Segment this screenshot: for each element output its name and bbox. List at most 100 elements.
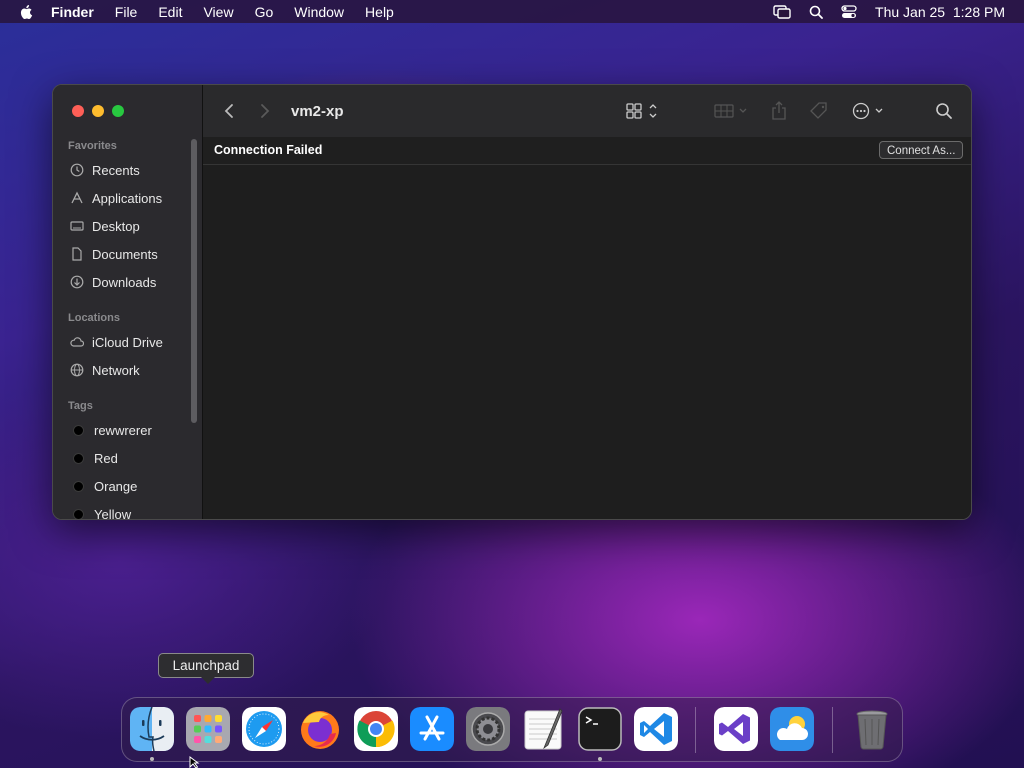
chevron-left-icon — [224, 104, 233, 118]
sidebar-tag-rewwrerer[interactable]: rewwrerer — [70, 420, 152, 440]
dock — [121, 697, 903, 762]
launchpad-icon — [186, 707, 230, 751]
sidebar-item-label: Documents — [92, 246, 158, 262]
sidebar-tag-yellow[interactable]: Yellow — [70, 504, 132, 520]
sidebar-item-label: Network — [92, 362, 140, 378]
sidebar-item-label: Yellow — [94, 506, 132, 520]
menu-clock[interactable]: Thu Jan 25 1:28 PM — [875, 4, 1005, 20]
dock-app-terminal[interactable] — [578, 707, 622, 751]
tag-color-dot — [73, 452, 84, 464]
clock-icon — [70, 163, 84, 177]
chrome-icon — [354, 707, 398, 751]
tag-color-dot — [73, 508, 84, 519]
trash-icon — [856, 710, 888, 750]
menu-file[interactable]: File — [115, 4, 138, 20]
dock-app-trash[interactable] — [850, 707, 894, 751]
search-button[interactable] — [935, 85, 953, 137]
app-store-icon — [410, 707, 454, 751]
vscode-icon — [634, 707, 678, 751]
sidebar-item-desktop[interactable]: Desktop — [70, 216, 140, 236]
weather-icon — [770, 707, 814, 751]
dock-app-firefox[interactable] — [298, 707, 342, 751]
sidebar-section-favorites: Favorites — [68, 140, 117, 152]
spotlight-icon[interactable] — [809, 5, 823, 19]
connection-banner: Connection Failed Connect As... — [203, 137, 971, 165]
sidebar-item-recents[interactable]: Recents — [70, 160, 140, 180]
dock-app-visual-studio[interactable] — [714, 707, 758, 751]
control-center-icon[interactable] — [841, 4, 857, 19]
globe-icon — [70, 363, 84, 377]
grid-view-icon — [626, 103, 657, 119]
tag-color-dot — [73, 424, 84, 436]
menu-bar: Finder File Edit View Go Window Help Thu… — [0, 0, 1024, 23]
share-icon — [772, 101, 786, 120]
cloud-icon — [70, 335, 84, 349]
mouse-cursor-icon — [189, 756, 200, 768]
back-button[interactable] — [223, 85, 235, 137]
window-title: vm2-xp — [291, 102, 344, 120]
sidebar-item-label: Applications — [92, 190, 163, 206]
chevron-right-icon — [261, 104, 270, 118]
connect-as-button[interactable]: Connect As... — [879, 141, 964, 159]
textedit-icon — [524, 708, 563, 750]
screen-mirroring-icon[interactable] — [773, 4, 791, 19]
dock-app-launchpad[interactable] — [186, 707, 230, 751]
dock-app-weather[interactable] — [770, 707, 814, 751]
sidebar-item-downloads[interactable]: Downloads — [70, 272, 156, 292]
sidebar-item-applications[interactable]: Applications — [70, 188, 162, 208]
action-menu-button[interactable] — [851, 85, 887, 137]
group-button[interactable] — [713, 85, 749, 137]
dock-app-finder[interactable] — [130, 707, 174, 751]
sidebar: Favorites Recents Applications Desktop D… — [53, 85, 203, 519]
running-indicator — [598, 757, 602, 761]
minimize-button[interactable] — [92, 105, 104, 117]
close-button[interactable] — [72, 105, 84, 117]
dock-app-chrome[interactable] — [354, 707, 398, 751]
dock-separator — [695, 707, 696, 753]
sidebar-item-network[interactable]: Network — [70, 360, 140, 380]
sidebar-item-label: Orange — [94, 478, 138, 494]
sidebar-item-icloud-drive[interactable]: iCloud Drive — [70, 332, 163, 352]
zoom-button[interactable] — [112, 105, 124, 117]
sidebar-item-label: rewwrerer — [94, 422, 152, 438]
menu-edit[interactable]: Edit — [158, 4, 182, 20]
share-button[interactable] — [771, 85, 787, 137]
dock-app-system-preferences[interactable] — [466, 707, 510, 751]
sidebar-item-documents[interactable]: Documents — [70, 244, 158, 264]
finder-window: Favorites Recents Applications Desktop D… — [52, 84, 972, 520]
tag-icon — [810, 102, 827, 119]
apple-logo-icon[interactable] — [19, 4, 33, 19]
menu-view[interactable]: View — [203, 4, 233, 20]
download-icon — [70, 275, 84, 289]
sidebar-tag-red[interactable]: Red — [70, 448, 118, 468]
sidebar-scrollbar[interactable] — [191, 139, 197, 423]
dock-app-safari[interactable] — [242, 707, 286, 751]
view-mode-button[interactable] — [625, 85, 659, 137]
window-controls — [72, 105, 124, 117]
dock-app-vscode[interactable] — [634, 707, 678, 751]
sidebar-item-label: Desktop — [92, 218, 140, 234]
menu-go[interactable]: Go — [255, 4, 274, 20]
more-options-icon — [852, 102, 883, 120]
running-indicator — [150, 757, 154, 761]
safari-icon — [242, 707, 286, 751]
dock-app-app-store[interactable] — [410, 707, 454, 751]
menu-window[interactable]: Window — [294, 4, 344, 20]
sidebar-section-locations: Locations — [68, 312, 120, 324]
forward-button[interactable] — [259, 85, 271, 137]
finder-icon — [130, 707, 174, 751]
tag-button[interactable] — [809, 85, 829, 137]
sidebar-item-label: Recents — [92, 162, 140, 178]
dock-separator — [832, 707, 833, 753]
search-icon — [936, 103, 952, 119]
dock-app-textedit[interactable] — [522, 707, 566, 751]
desktop-icon — [70, 219, 84, 233]
terminal-icon — [578, 707, 622, 751]
firefox-icon — [301, 711, 339, 749]
applications-icon — [70, 191, 84, 205]
sidebar-tag-orange[interactable]: Orange — [70, 476, 137, 496]
connection-status-message: Connection Failed — [214, 143, 323, 157]
menu-help[interactable]: Help — [365, 4, 394, 20]
menu-app-name[interactable]: Finder — [51, 4, 94, 20]
sidebar-item-label: iCloud Drive — [92, 334, 163, 350]
